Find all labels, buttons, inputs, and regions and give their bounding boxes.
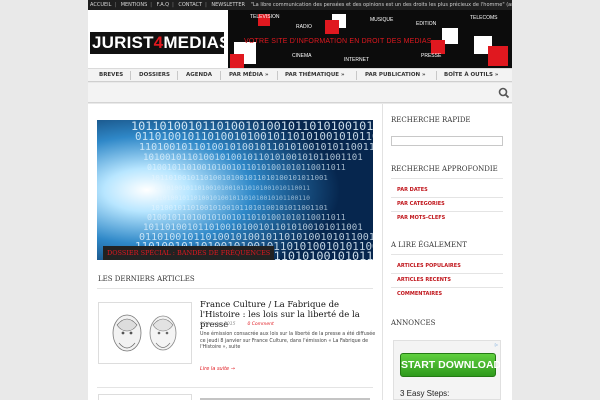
ads-heading: ANNONCES: [391, 319, 436, 327]
divider: [97, 288, 373, 289]
nav-item-breves[interactable]: BREVES: [99, 69, 123, 82]
top-link-newsletter[interactable]: NEWSLETTER: [211, 0, 245, 10]
binary-row: 0110100101101001010010110101001010110011: [155, 184, 310, 192]
banner-word: PRESSE: [421, 53, 442, 59]
banner-word: RADIO: [296, 24, 312, 30]
banner-square: [488, 46, 508, 66]
advertisement[interactable]: ▷ START DOWNLOAD 3 Easy Steps:: [393, 340, 501, 400]
advanced-search-heading: RECHERCHE APPROFONDIE: [391, 165, 498, 173]
next-article-thumbnail[interactable]: [98, 394, 192, 400]
separator: |: [114, 2, 117, 8]
site-logo[interactable]: JURIST4MEDIAS: [88, 10, 231, 68]
top-link-accueil[interactable]: ACCUEIL: [90, 0, 111, 10]
banner-word: MUSIQUE: [370, 17, 394, 23]
search-button[interactable]: [496, 85, 512, 101]
nav-item-par-thematique[interactable]: PAR THÉMATIQUE »: [285, 69, 345, 82]
binary-row: 1010010110100101001011010100101011001101: [151, 203, 328, 212]
divider: [391, 211, 503, 212]
binary-tunnel-image: 1011010010110100101001011010100101011001…: [97, 120, 373, 260]
main-content: 1011010010110100101001011010100101011001…: [88, 104, 512, 400]
binary-row: 1101001011010010100101101010010101100110: [139, 142, 373, 153]
top-link-faq[interactable]: F.A.Q: [157, 0, 170, 10]
binary-row: 0100101101001010010110101001010110011011: [147, 212, 346, 222]
site-header: JURIST4MEDIAS TELEVISION RADIO MUSIQUE E…: [88, 10, 512, 68]
separator: [220, 71, 221, 80]
banner-word: TELECOMS: [470, 15, 498, 21]
secondary-nav: [88, 83, 512, 103]
top-bar: ACCUEIL | MENTIONS | F.A.Q | CONTACT | NEWSL…: [88, 0, 512, 10]
binary-row: 1101001011010010100101101010010101100110: [155, 194, 310, 202]
logo-text: JURIST4MEDIAS: [92, 33, 231, 52]
article-thumbnail[interactable]: [98, 302, 192, 364]
header-banner: TELEVISION RADIO MUSIQUE EDITION TELECOM…: [228, 10, 512, 68]
ad-steps-text: 3 Easy Steps:: [400, 389, 450, 398]
separator: [177, 71, 178, 80]
divider: [391, 287, 503, 288]
ad-choices-icon[interactable]: ▷: [495, 342, 498, 347]
article-meta: 09 janvier 2015 0 Comment: [200, 322, 274, 327]
main-nav: BREVES DOSSIERS AGENDA PAR MÉDIA » PAR T…: [88, 68, 512, 82]
nav-item-agenda[interactable]: AGENDA: [186, 69, 212, 82]
article-comments-link[interactable]: 0 Comment: [247, 322, 273, 327]
next-article-title[interactable]: [200, 394, 370, 400]
nav-item-boite-a-outils[interactable]: BOÎTE À OUTILS »: [444, 69, 498, 82]
link-articles-recents[interactable]: ARTICLES RECENTS: [397, 277, 451, 283]
search-icon: [498, 87, 510, 99]
quick-search-input[interactable]: [391, 136, 503, 146]
link-par-mots-clefs[interactable]: PAR MOTS-CLEFS: [397, 215, 445, 221]
latest-articles-heading: LES DERNIERS ARTICLES: [98, 275, 195, 283]
banner-square: [325, 20, 339, 34]
separator: |: [150, 2, 152, 8]
link-par-categories[interactable]: PAR CATEGORIES: [397, 201, 445, 207]
divider: [391, 254, 503, 255]
separator: [130, 71, 131, 80]
divider: [391, 197, 503, 198]
link-commentaires[interactable]: COMMENTAIRES: [397, 291, 442, 297]
nav-item-dossiers[interactable]: DOSSIERS: [139, 69, 170, 82]
top-link-contact[interactable]: CONTACT: [178, 0, 202, 10]
quick-search-heading: RECHERCHE RAPIDE: [391, 116, 471, 124]
top-link-mentions[interactable]: MENTIONS: [121, 0, 148, 10]
featured-caption[interactable]: DOSSIER SPÉCIAL : BANDES DE FRÉQUENCES: [103, 246, 275, 260]
header-slogan: VOTRE SITE D'INFORMATION EN DROIT DES ME…: [244, 38, 432, 45]
separator: [277, 71, 278, 80]
separator: |: [205, 2, 207, 8]
divider: [97, 387, 373, 388]
link-articles-populaires[interactable]: ARTICLES POPULAIRES: [397, 263, 461, 269]
nav-item-par-publication[interactable]: PAR PUBLICATION »: [365, 69, 426, 82]
divider: [391, 178, 503, 179]
ad-download-button[interactable]: START DOWNLOAD: [400, 353, 500, 377]
banner-word: EDITION: [416, 21, 437, 27]
read-more-link[interactable]: Lire la suite →: [200, 366, 235, 372]
banner-word: CINEMA: [292, 53, 312, 59]
nav-item-par-media[interactable]: PAR MÉDIA »: [229, 69, 269, 82]
article-date: 09 janvier 2015: [200, 322, 236, 327]
link-par-dates[interactable]: PAR DATES: [397, 187, 428, 193]
also-read-heading: A LIRE ÉGALEMENT: [391, 241, 467, 249]
header-quote: "La libre communication des pensées et d…: [250, 2, 512, 8]
banner-word: TELEVISION: [250, 14, 280, 20]
featured-slide[interactable]: 1011010010110100101001011010100101011001…: [97, 120, 373, 260]
banner-square: [431, 40, 445, 54]
banner-word: INTERNET: [344, 57, 369, 63]
separator: [436, 71, 437, 80]
page: ACCUEIL | MENTIONS | F.A.Q | CONTACT | NEWSL…: [0, 0, 600, 400]
divider: [382, 104, 383, 400]
sculpture-image: [112, 314, 177, 352]
binary-row: 1011010010110100101001011010100101011001: [151, 173, 328, 182]
binary-row: 0100101101001010010110101001010110011011: [147, 162, 346, 172]
separator: |: [172, 2, 174, 8]
separator: [356, 71, 357, 80]
divider: [391, 273, 503, 274]
article-excerpt: Une émission consacrée aux lois sur la l…: [200, 332, 376, 351]
banner-square: [230, 54, 244, 68]
